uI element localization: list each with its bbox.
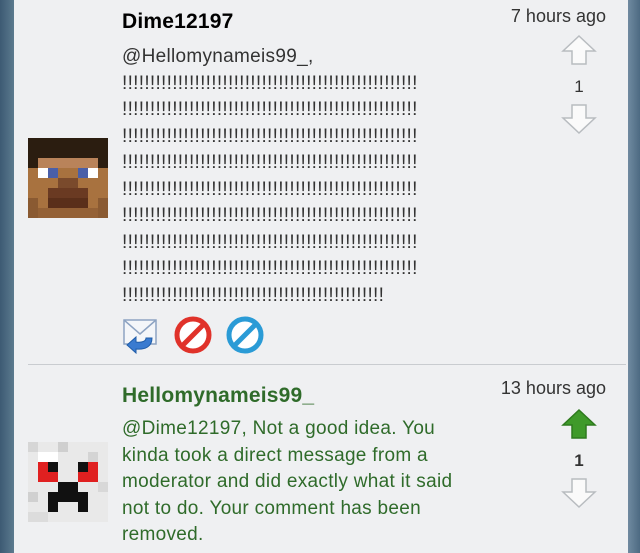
comment-panel: Dime12197 7 hours ago @Hellomynameis99_,…: [14, 0, 628, 553]
comment-body: @Dime12197, Not a good idea. You kinda t…: [122, 418, 453, 545]
comment-timestamp: 13 hours ago: [500, 378, 606, 398]
vote-score: 1: [574, 451, 584, 470]
reply-icon[interactable]: [122, 316, 160, 354]
comment-timestamp: 7 hours ago: [510, 6, 606, 26]
comment-body: @Hellomynameis99_, !!!!!!!!!!!!!!!!!!!!!…: [122, 46, 418, 306]
downvote-arrow-icon[interactable]: [560, 477, 598, 509]
upvote-arrow-icon[interactable]: [560, 34, 598, 66]
vote-widget: 1: [554, 34, 604, 140]
comment-username[interactable]: Dime12197: [122, 10, 234, 34]
comment-username[interactable]: Hellomynameis99_: [122, 384, 314, 408]
block-icon[interactable]: [226, 316, 264, 354]
comment-item: Hellomynameis99_ 13 hours ago @Dime12197…: [14, 366, 628, 553]
delete-icon[interactable]: [174, 316, 212, 354]
vote-widget: 1: [554, 408, 604, 514]
user-avatar-steve[interactable]: [28, 138, 108, 218]
user-avatar-creeper[interactable]: [28, 442, 108, 522]
upvote-arrow-icon[interactable]: [560, 408, 598, 440]
comment-divider: [28, 364, 626, 365]
comment-item: Dime12197 7 hours ago @Hellomynameis99_,…: [14, 0, 628, 362]
vote-score: 1: [574, 77, 584, 96]
downvote-arrow-icon[interactable]: [560, 103, 598, 135]
